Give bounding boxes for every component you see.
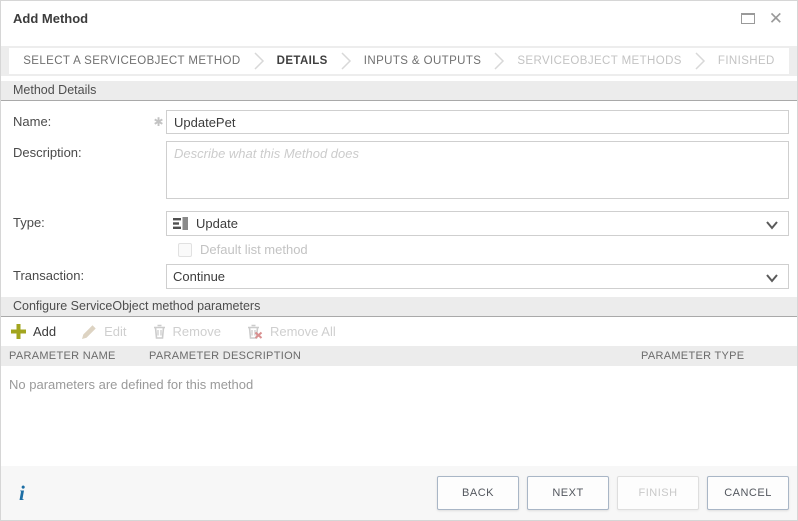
add-parameter-button[interactable]: Add	[11, 324, 56, 339]
wizard-stepper: SELECT A SERVICEOBJECT METHOD DETAILS IN…	[9, 48, 789, 74]
chevron-right-icon	[340, 51, 352, 71]
method-details-section-header: Method Details	[1, 81, 797, 101]
pencil-icon	[82, 324, 97, 339]
dialog-footer: i BACK NEXT FINISH CANCEL	[1, 466, 797, 520]
step-serviceobject-methods[interactable]: SERVICEOBJECT METHODS	[517, 55, 682, 67]
description-label: Description:	[13, 141, 151, 160]
name-label: Name:	[13, 110, 151, 129]
add-method-dialog: Add Method ✕ SELECT A SERVICEOBJECT METH…	[0, 0, 798, 521]
edit-parameter-button[interactable]: Edit	[82, 324, 126, 339]
type-select-value: Update	[196, 216, 238, 231]
transaction-label: Transaction:	[13, 264, 151, 283]
column-parameter-type[interactable]: PARAMETER TYPE	[641, 350, 797, 362]
finish-button[interactable]: FINISH	[617, 476, 699, 510]
type-label: Type:	[13, 211, 151, 230]
trash-icon	[153, 324, 166, 339]
close-icon[interactable]: ✕	[769, 10, 783, 27]
default-list-method-checkbox[interactable]	[178, 243, 192, 257]
remove-all-parameters-button[interactable]: Remove All	[247, 324, 336, 339]
cancel-button[interactable]: CANCEL	[707, 476, 789, 510]
plus-icon	[11, 324, 26, 339]
back-button[interactable]: BACK	[437, 476, 519, 510]
default-list-method-label: Default list method	[200, 242, 308, 257]
chevron-down-icon	[765, 271, 779, 286]
configure-params-section-header: Configure ServiceObject method parameter…	[1, 297, 797, 317]
transaction-select[interactable]: Continue	[166, 264, 789, 289]
chevron-right-icon	[493, 51, 505, 71]
chevron-down-icon	[765, 218, 779, 233]
no-parameters-message: No parameters are defined for this metho…	[9, 377, 797, 392]
next-button[interactable]: NEXT	[527, 476, 609, 510]
transaction-select-value: Continue	[173, 269, 225, 284]
description-textarea[interactable]	[166, 141, 789, 199]
step-select-serviceobject-method[interactable]: SELECT A SERVICEOBJECT METHOD	[23, 55, 240, 67]
column-parameter-description[interactable]: PARAMETER DESCRIPTION	[149, 350, 641, 362]
step-details[interactable]: DETAILS	[277, 55, 328, 67]
remove-parameter-button[interactable]: Remove	[153, 324, 221, 339]
dialog-titlebar: Add Method ✕	[1, 1, 797, 35]
maximize-icon[interactable]	[741, 13, 755, 24]
dialog-title: Add Method	[13, 11, 741, 26]
chevron-right-icon	[694, 51, 706, 71]
update-method-type-icon	[173, 216, 189, 231]
params-toolbar: Add Edit Remove	[1, 317, 797, 346]
step-inputs-outputs[interactable]: INPUTS & OUTPUTS	[364, 55, 482, 67]
name-input[interactable]	[166, 110, 789, 134]
params-table-header: PARAMETER NAME PARAMETER DESCRIPTION PAR…	[1, 346, 797, 366]
wizard-stepper-band: SELECT A SERVICEOBJECT METHOD DETAILS IN…	[1, 46, 797, 76]
trash-x-icon	[247, 324, 263, 339]
column-parameter-name[interactable]: PARAMETER NAME	[1, 350, 149, 362]
chevron-right-icon	[253, 51, 265, 71]
type-select[interactable]: Update	[166, 211, 789, 236]
required-star-icon: ✱	[151, 110, 166, 129]
step-finished[interactable]: FINISHED	[718, 55, 775, 67]
info-icon[interactable]: i	[19, 481, 25, 506]
